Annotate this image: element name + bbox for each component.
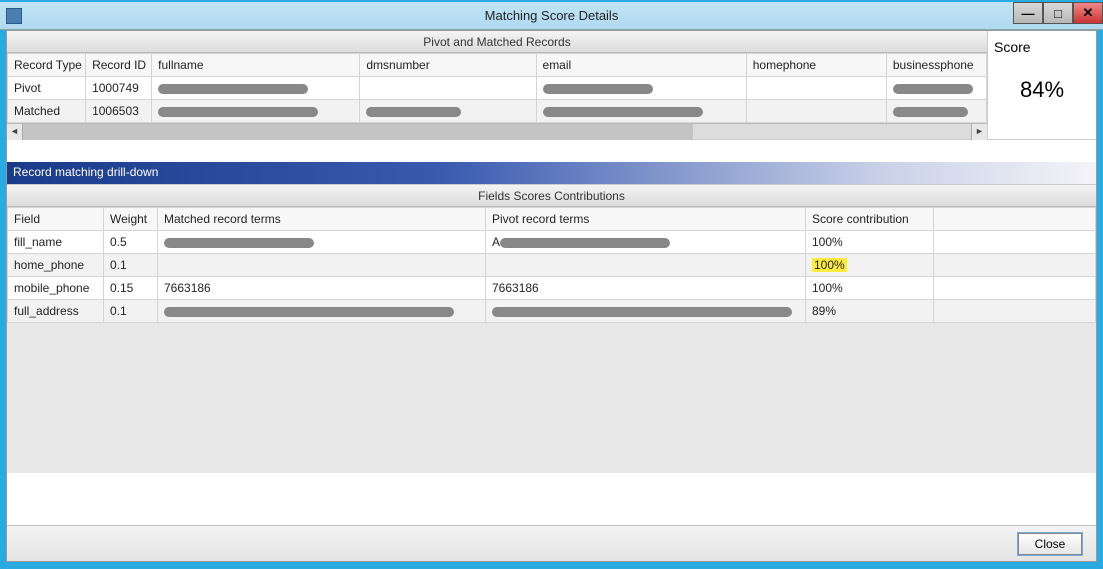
col-homephone[interactable]: homephone: [746, 54, 886, 77]
fields-header-row: Field Weight Matched record terms Pivot …: [8, 208, 1096, 231]
col-field[interactable]: Field: [8, 208, 104, 231]
records-hscrollbar[interactable]: ◄ ►: [7, 123, 987, 139]
records-section-header: Pivot and Matched Records: [7, 31, 987, 53]
fields-pane: Fields Scores Contributions Field Weight…: [7, 184, 1096, 473]
fields-table: Field Weight Matched record terms Pivot …: [7, 207, 1096, 323]
fields-row[interactable]: home_phone 0.1 100%: [8, 254, 1096, 277]
cell-weight: 0.5: [104, 231, 158, 254]
col-email[interactable]: email: [536, 54, 746, 77]
cell-record-id: 1000749: [86, 77, 152, 100]
cell-matched-terms: [158, 254, 486, 277]
content-area: Pivot and Matched Records Record Type Re…: [6, 30, 1097, 562]
cell-record-type: Pivot: [8, 77, 86, 100]
col-score-contribution[interactable]: Score contribution: [806, 208, 934, 231]
cell-weight: 0.15: [104, 277, 158, 300]
cell-record-id: 1006503: [86, 100, 152, 123]
col-record-type[interactable]: Record Type: [8, 54, 86, 77]
col-spacer: [934, 208, 1096, 231]
app-icon: [6, 8, 22, 24]
records-row-matched[interactable]: Matched 1006503: [8, 100, 987, 123]
col-weight[interactable]: Weight: [104, 208, 158, 231]
window-chrome: Matching Score Details — □ ✕ Pivot and M…: [0, 0, 1103, 569]
score-pane: Score 84%: [988, 31, 1096, 140]
score-label: Score: [994, 39, 1090, 55]
col-fullname[interactable]: fullname: [152, 54, 360, 77]
cell-pivot-terms: [486, 300, 806, 323]
drilldown-header: Record matching drill-down: [7, 162, 1096, 184]
cell-email: [536, 100, 746, 123]
scroll-left-icon[interactable]: ◄: [7, 124, 23, 140]
cell-pivot-terms: А: [486, 231, 806, 254]
footer-bar: Close: [7, 525, 1096, 561]
cell-matched-terms: 7663186: [158, 277, 486, 300]
window-title: Matching Score Details: [0, 8, 1103, 23]
cell-dmsnumber: [360, 77, 536, 100]
minimize-button[interactable]: —: [1013, 2, 1043, 24]
cell-email: [536, 77, 746, 100]
cell-fullname: [152, 77, 360, 100]
maximize-button[interactable]: □: [1043, 2, 1073, 24]
cell-score-contribution: 100%: [806, 231, 934, 254]
records-table: Record Type Record ID fullname dmsnumber…: [7, 53, 987, 123]
records-pane: Pivot and Matched Records Record Type Re…: [7, 31, 988, 140]
cell-pivot-terms: [486, 254, 806, 277]
records-row-pivot[interactable]: Pivot 1000749: [8, 77, 987, 100]
col-businessphone[interactable]: businessphone: [886, 54, 986, 77]
cell-field: full_address: [8, 300, 104, 323]
cell-field: fill_name: [8, 231, 104, 254]
cell-matched-terms: [158, 231, 486, 254]
cell-field: mobile_phone: [8, 277, 104, 300]
cell-dmsnumber: [360, 100, 536, 123]
records-header-row: Record Type Record ID fullname dmsnumber…: [8, 54, 987, 77]
scroll-thumb[interactable]: [23, 124, 693, 140]
scroll-right-icon[interactable]: ►: [971, 124, 987, 140]
score-value: 84%: [994, 77, 1090, 103]
fields-row[interactable]: full_address 0.1 89%: [8, 300, 1096, 323]
cell-score-contribution: 89%: [806, 300, 934, 323]
cell-businessphone: [886, 100, 986, 123]
cell-record-type: Matched: [8, 100, 86, 123]
fields-section-header: Fields Scores Contributions: [7, 185, 1096, 207]
close-window-button[interactable]: ✕: [1073, 2, 1103, 24]
cell-fullname: [152, 100, 360, 123]
close-button[interactable]: Close: [1018, 533, 1082, 555]
cell-matched-terms: [158, 300, 486, 323]
cell-score-contribution: 100%: [806, 277, 934, 300]
titlebar[interactable]: Matching Score Details — □ ✕: [0, 2, 1103, 30]
cell-weight: 0.1: [104, 254, 158, 277]
col-record-id[interactable]: Record ID: [86, 54, 152, 77]
col-dmsnumber[interactable]: dmsnumber: [360, 54, 536, 77]
cell-score-contribution: 100%: [806, 254, 934, 277]
fields-row[interactable]: fill_name 0.5 А 100%: [8, 231, 1096, 254]
fields-row[interactable]: mobile_phone 0.15 7663186 7663186 100%: [8, 277, 1096, 300]
cell-homephone: [746, 100, 886, 123]
col-matched-terms[interactable]: Matched record terms: [158, 208, 486, 231]
cell-field: home_phone: [8, 254, 104, 277]
fields-empty-area: [7, 323, 1096, 473]
col-pivot-terms[interactable]: Pivot record terms: [486, 208, 806, 231]
cell-pivot-terms: 7663186: [486, 277, 806, 300]
cell-homephone: [746, 77, 886, 100]
cell-weight: 0.1: [104, 300, 158, 323]
cell-businessphone: [886, 77, 986, 100]
